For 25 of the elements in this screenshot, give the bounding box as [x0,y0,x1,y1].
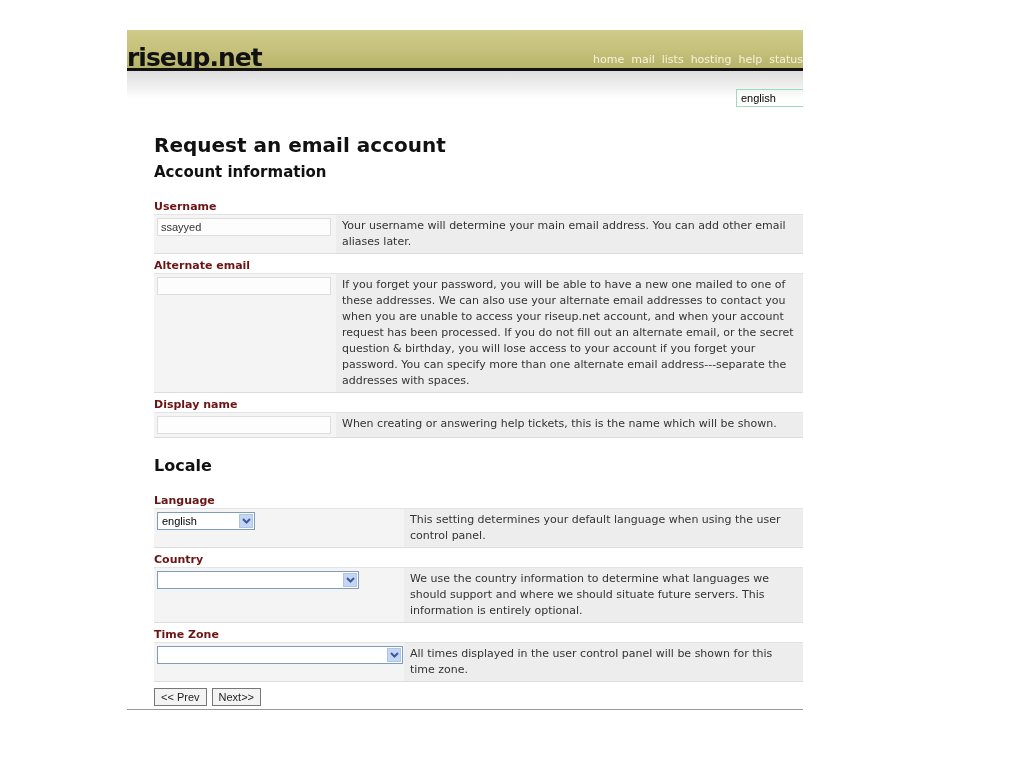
next-button[interactable]: Next>> [211,688,261,706]
field-label: Time Zone [154,628,219,641]
dropdown[interactable] [157,571,359,589]
help-text: All times displayed in the user control panel will be shown for this time zone. [404,643,803,681]
field-label: Display name [154,398,238,411]
dropdown[interactable] [157,646,403,664]
field-label: Language [154,494,215,507]
field-label: Country [154,553,204,566]
help-text: If you forget your password, you will be able to have a new one mailed to one of these addresses. We can also use your alternate email addresses to contact you when you are unable to access your riseup.net account, and when your account request has been processed. If you do not fill out an alternate email, or the secret question & birthday, you will lose access to your account if you forget your password. You can specify more than one alternate email address---separate the addresses with spaces. [336,274,803,392]
logo[interactable]: riseup.net [127,45,262,70]
help-text: We use the country information to determine what languages we should support and where we should situate future servers. This information is entirely optional. [404,568,803,622]
section-heading: Account information [154,163,328,181]
help-text: This setting determines your default language when using the user control panel. [404,509,803,547]
text-field[interactable] [157,416,331,434]
text-field[interactable] [157,277,331,295]
text-field[interactable]: ssayyed [157,218,331,236]
dropdown[interactable]: english [157,512,255,530]
language-dropdown[interactable]: english [736,89,803,107]
help-text: Your username will determine your main email address. You can add other email aliases later. [336,215,803,253]
page-title: Request an email account [154,133,447,157]
help-text: When creating or answering help tickets, this is the name which will be shown. [336,413,803,437]
prev-button[interactable]: << Prev [154,688,207,706]
field-label: Alternate email [154,259,251,272]
field-label: Username [154,200,217,213]
section-heading: Locale [154,456,213,475]
